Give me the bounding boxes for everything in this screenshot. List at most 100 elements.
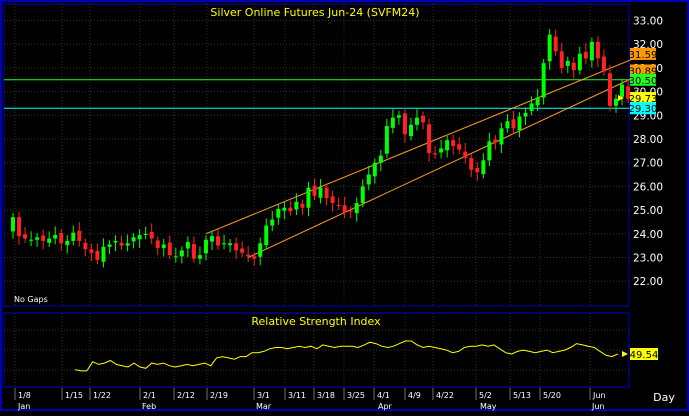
candle-body[interactable] bbox=[41, 235, 46, 241]
candle-body[interactable] bbox=[348, 210, 353, 212]
candle-body[interactable] bbox=[427, 124, 432, 154]
candle-body[interactable] bbox=[402, 113, 407, 135]
candle-body[interactable] bbox=[535, 97, 540, 106]
candle-body[interactable] bbox=[601, 56, 606, 72]
candle-body[interactable] bbox=[167, 242, 172, 256]
candle-body[interactable] bbox=[240, 248, 245, 253]
candle-body[interactable] bbox=[571, 62, 576, 71]
candle-body[interactable] bbox=[390, 117, 395, 128]
candle-body[interactable] bbox=[264, 225, 269, 246]
candle-body[interactable] bbox=[71, 232, 76, 241]
candle-body[interactable] bbox=[396, 115, 401, 118]
candle-body[interactable] bbox=[547, 34, 552, 62]
candle-body[interactable] bbox=[258, 243, 263, 257]
candle-body[interactable] bbox=[577, 53, 582, 71]
candle-body[interactable] bbox=[439, 148, 444, 153]
candle-body[interactable] bbox=[125, 243, 130, 246]
candle-body[interactable] bbox=[17, 217, 22, 237]
candle-body[interactable] bbox=[378, 155, 383, 163]
candle-body[interactable] bbox=[282, 207, 287, 211]
candle-body[interactable] bbox=[288, 207, 293, 212]
candle-body[interactable] bbox=[360, 186, 365, 203]
candle-body[interactable] bbox=[306, 187, 311, 208]
candle-body[interactable] bbox=[463, 151, 468, 158]
candle-body[interactable] bbox=[511, 119, 516, 129]
candle-body[interactable] bbox=[77, 230, 82, 241]
candle-body[interactable] bbox=[35, 237, 40, 240]
candle-body[interactable] bbox=[83, 242, 88, 250]
candle-body[interactable] bbox=[499, 128, 504, 145]
candle-body[interactable] bbox=[469, 157, 474, 170]
periodicity-label[interactable]: Day bbox=[653, 391, 675, 404]
candle-body[interactable] bbox=[529, 103, 534, 112]
candle-body[interactable] bbox=[457, 144, 462, 150]
candle-body[interactable] bbox=[246, 254, 251, 257]
candle-body[interactable] bbox=[228, 243, 233, 246]
candle-body[interactable] bbox=[234, 243, 239, 251]
candle-body[interactable] bbox=[270, 219, 275, 226]
candle-body[interactable] bbox=[505, 121, 510, 129]
candle-body[interactable] bbox=[324, 187, 329, 199]
candle-body[interactable] bbox=[149, 231, 154, 239]
candle-body[interactable] bbox=[433, 153, 438, 155]
candle-body[interactable] bbox=[415, 117, 420, 125]
candle-body[interactable] bbox=[493, 139, 498, 143]
candle-body[interactable] bbox=[209, 236, 214, 242]
candle-body[interactable] bbox=[294, 201, 299, 210]
candle-body[interactable] bbox=[421, 115, 426, 123]
candle-body[interactable] bbox=[101, 246, 106, 262]
candle-body[interactable] bbox=[312, 185, 317, 196]
candle-body[interactable] bbox=[29, 239, 34, 241]
candle-body[interactable] bbox=[342, 205, 347, 213]
candle-body[interactable] bbox=[300, 203, 305, 208]
candle-body[interactable] bbox=[216, 236, 221, 246]
candle-body[interactable] bbox=[408, 124, 413, 137]
candle-body[interactable] bbox=[203, 239, 208, 254]
candle-body[interactable] bbox=[384, 125, 389, 154]
candle-body[interactable] bbox=[445, 140, 450, 151]
candle-body[interactable] bbox=[481, 160, 486, 175]
candle-body[interactable] bbox=[354, 202, 359, 214]
candle-body[interactable] bbox=[276, 208, 281, 218]
candle-body[interactable] bbox=[89, 249, 94, 253]
candle-body[interactable] bbox=[53, 234, 58, 239]
candle-body[interactable] bbox=[523, 112, 528, 117]
candle-body[interactable] bbox=[131, 237, 136, 242]
candle-body[interactable] bbox=[47, 238, 52, 243]
candle-body[interactable] bbox=[119, 242, 124, 246]
candle-body[interactable] bbox=[161, 244, 166, 249]
candle-body[interactable] bbox=[113, 240, 118, 243]
candle-body[interactable] bbox=[179, 250, 184, 257]
candle-body[interactable] bbox=[65, 240, 70, 246]
candle-body[interactable] bbox=[541, 63, 546, 98]
candle-body[interactable] bbox=[517, 116, 522, 131]
candle-body[interactable] bbox=[197, 255, 202, 259]
candle-body[interactable] bbox=[185, 242, 190, 249]
candle-body[interactable] bbox=[137, 234, 142, 240]
candle-body[interactable] bbox=[589, 41, 594, 61]
candle-body[interactable] bbox=[191, 243, 196, 259]
candle-body[interactable] bbox=[553, 36, 558, 52]
candle-body[interactable] bbox=[330, 196, 335, 203]
candle-body[interactable] bbox=[107, 244, 112, 247]
candle-body[interactable] bbox=[372, 162, 377, 177]
candle-body[interactable] bbox=[451, 140, 456, 147]
candle-body[interactable] bbox=[173, 256, 178, 258]
candle-body[interactable] bbox=[607, 73, 612, 106]
candle-body[interactable] bbox=[487, 141, 492, 161]
candle-body[interactable] bbox=[565, 60, 570, 67]
candle-body[interactable] bbox=[366, 174, 371, 185]
candle-body[interactable] bbox=[95, 250, 100, 260]
candle-body[interactable] bbox=[23, 234, 28, 239]
candle-body[interactable] bbox=[336, 204, 341, 206]
candle-body[interactable] bbox=[252, 256, 257, 259]
candle-body[interactable] bbox=[614, 98, 618, 106]
candle-body[interactable] bbox=[11, 217, 15, 232]
candle-body[interactable] bbox=[475, 167, 480, 173]
candle-body[interactable] bbox=[155, 240, 160, 249]
candle-body[interactable] bbox=[620, 84, 625, 97]
candle-body[interactable] bbox=[318, 187, 323, 198]
candle-body[interactable] bbox=[222, 243, 227, 245]
candle-body[interactable] bbox=[143, 233, 148, 235]
candle-body[interactable] bbox=[59, 233, 64, 244]
